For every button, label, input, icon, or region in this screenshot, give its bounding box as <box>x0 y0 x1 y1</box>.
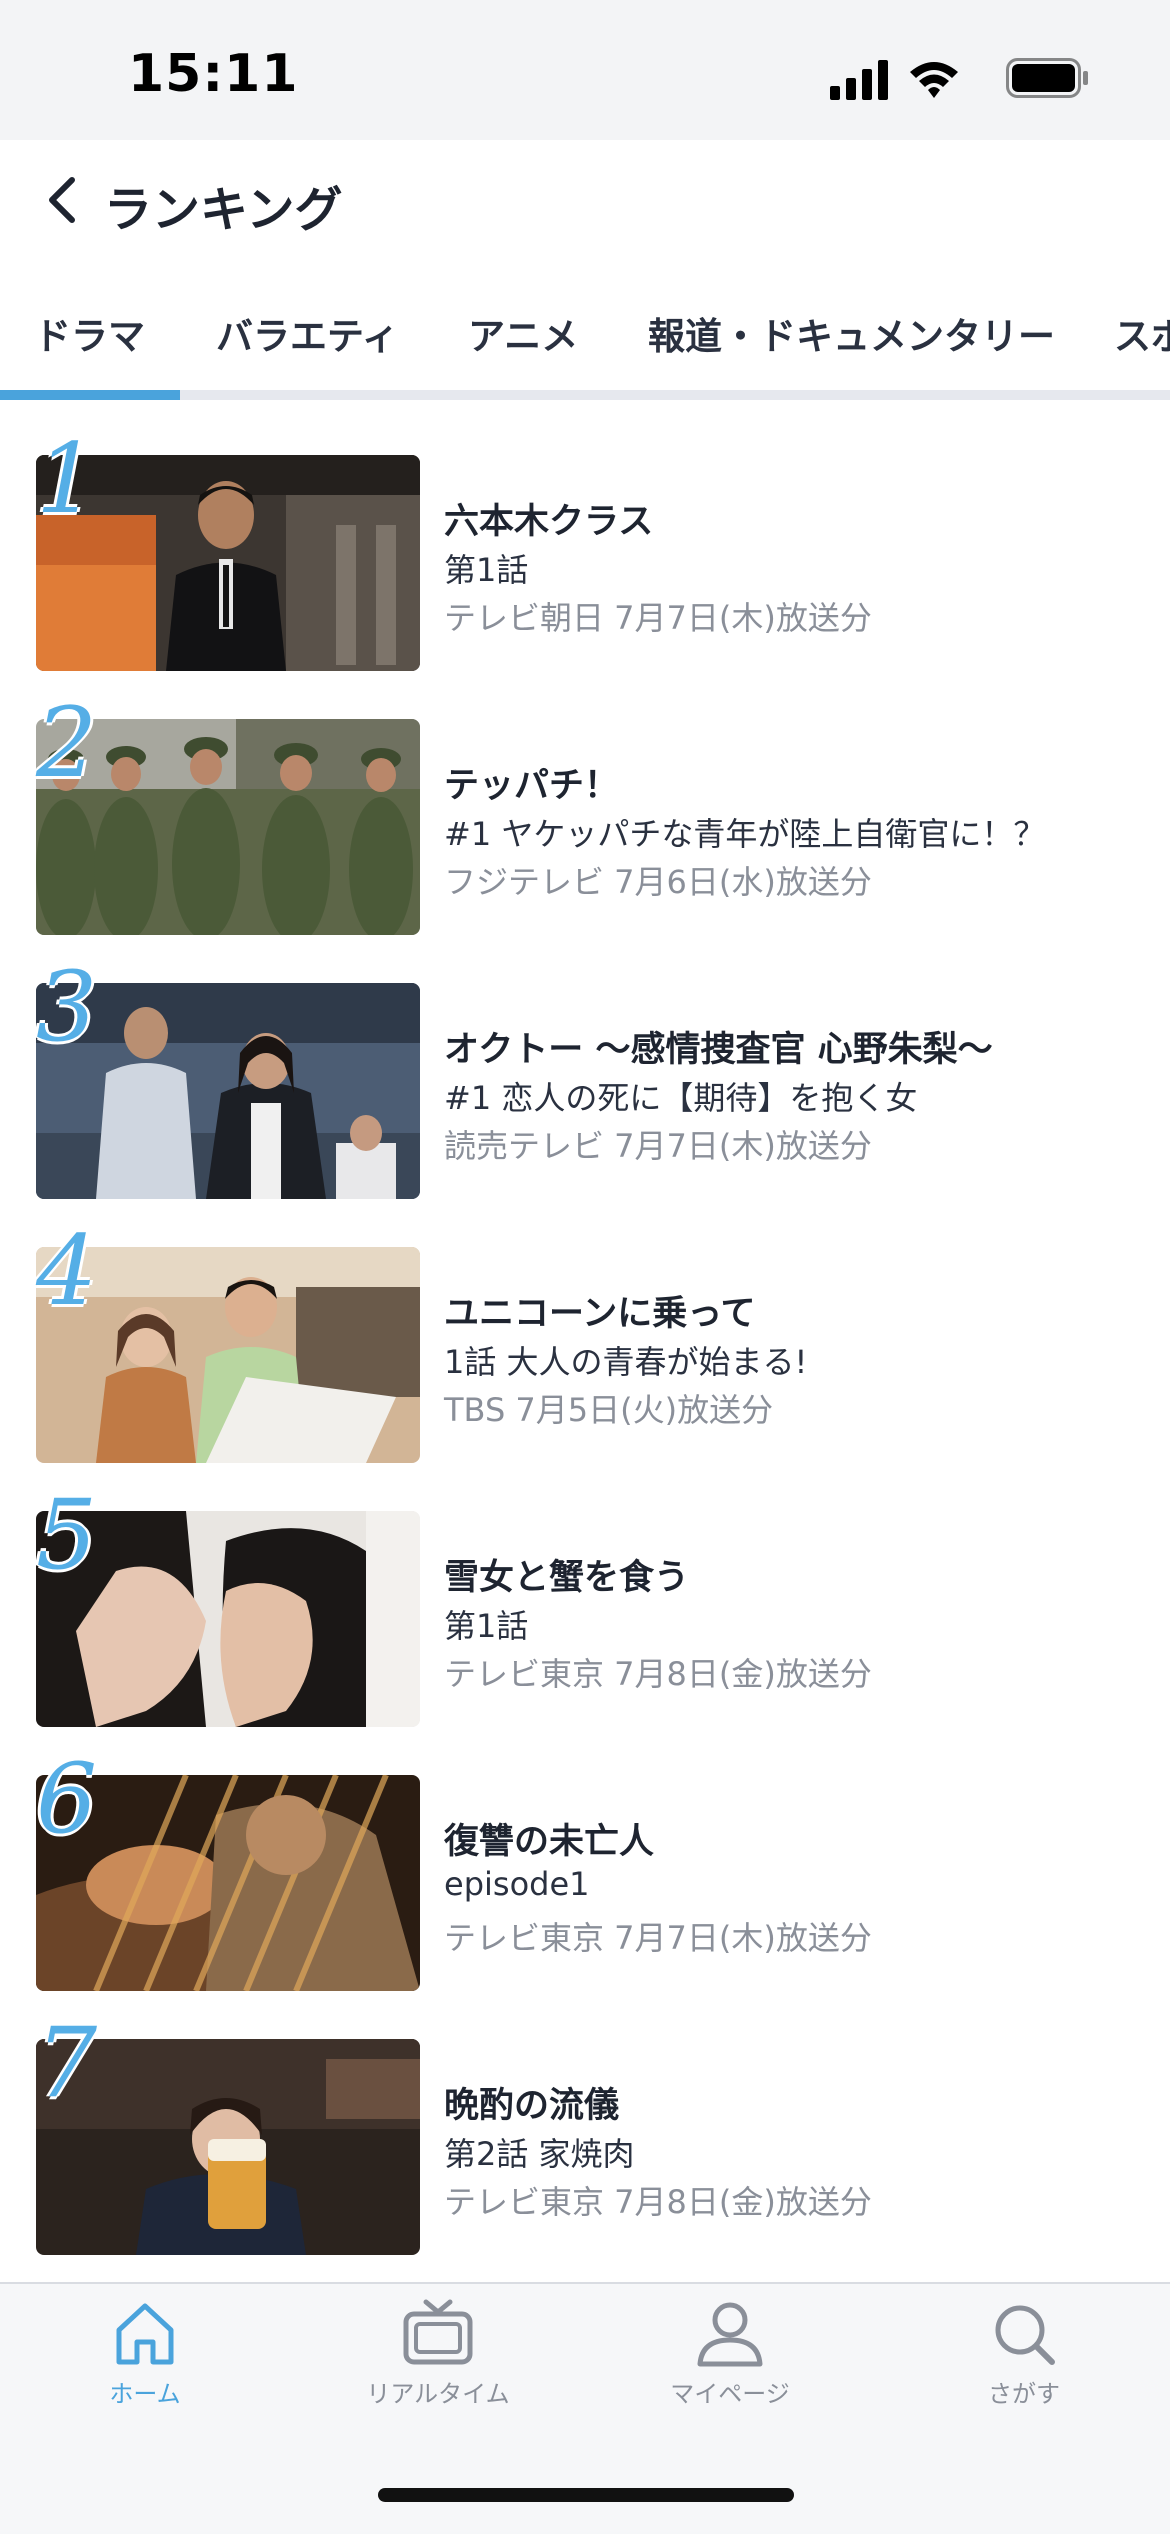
broadcast-info: テレビ東京 7月7日(木)放送分 <box>444 1919 872 1957</box>
ranking-item[interactable]: 2 テッパチ！ #1 ヤケッパチな青年が陸上自衛官に！？ フジテレビ 7月6日(… <box>0 695 1170 935</box>
broadcast-info: テレビ東京 7月8日(金)放送分 <box>444 2183 872 2221</box>
ranking-item[interactable]: 4 ユニコーンに乗って 1話 大人の青春が始まる! TBS 7月5日(火)放送分 <box>0 1223 1170 1463</box>
tab-news-documentary[interactable]: 報道・ドキュメンタリー <box>648 306 1055 360</box>
nav-realtime[interactable]: リアルタイム <box>338 2298 538 2418</box>
back-chevron-icon[interactable] <box>38 170 88 230</box>
broadcast-info: テレビ朝日 7月7日(木)放送分 <box>444 599 872 637</box>
episode-label: episode1 <box>444 1865 590 1903</box>
program-title: 雪女と蟹を食う <box>444 1558 690 1598</box>
episode-label: 第1話 <box>444 1607 529 1645</box>
ranking-item[interactable]: 7 晩酌の流儀 第2話 家焼肉 テレビ東京 7月8日(金)放送分 <box>0 2015 1170 2255</box>
rank-number: 3 <box>36 951 98 1063</box>
broadcast-info: フジテレビ 7月6日(水)放送分 <box>444 863 872 901</box>
nav-home-label: ホーム <box>109 2380 181 2408</box>
broadcast-info: テレビ東京 7月8日(金)放送分 <box>444 1655 872 1693</box>
episode-label: #1 恋人の死に【期待】を抱く女 <box>444 1079 918 1117</box>
rank-number: 7 <box>36 2007 98 2119</box>
broadcast-info: 読売テレビ 7月7日(木)放送分 <box>444 1127 872 1165</box>
ranking-item[interactable]: 1 六本木クラス 第1話 テレビ朝日 7月7日(木)放送分 <box>0 431 1170 671</box>
program-title: オクトー 〜感情捜査官 心野朱梨〜 <box>444 1030 993 1070</box>
program-title: 六本木クラス <box>444 502 654 542</box>
page-title: ランキング <box>104 182 343 238</box>
nav-home[interactable]: ホーム <box>45 2298 245 2418</box>
tv-icon <box>403 2299 473 2365</box>
ranking-item[interactable]: 6 復讐の未亡人 episode1 テレビ東京 7月7日(木)放送分 <box>0 1751 1170 1991</box>
episode-label: 第1話 <box>444 551 529 589</box>
rank-number: 2 <box>36 687 98 799</box>
program-title: ユニコーンに乗って <box>444 1294 756 1334</box>
home-icon <box>116 2303 174 2365</box>
program-title: 晩酌の流儀 <box>444 2086 620 2126</box>
rank-number: 6 <box>36 1743 98 1855</box>
ranking-item[interactable]: 3 オクトー 〜感情捜査官 心野朱梨〜 #1 恋人の死に【期待】を抱く女 読売テ… <box>0 959 1170 1199</box>
status-time: 15:11 <box>128 44 299 104</box>
tab-anime[interactable]: アニメ <box>468 306 578 360</box>
episode-label: 1話 大人の青春が始まる! <box>444 1343 808 1381</box>
nav-realtime-label: リアルタイム <box>366 2380 510 2408</box>
episode-label: #1 ヤケッパチな青年が陸上自衛官に！？ <box>444 815 1046 853</box>
ranking-item[interactable]: 5 雪女と蟹を食う 第1話 テレビ東京 7月8日(金)放送分 <box>0 1487 1170 1727</box>
program-title: テッパチ！ <box>444 766 620 806</box>
header: ランキング <box>0 140 1170 260</box>
home-indicator <box>378 2488 794 2502</box>
program-title: 復讐の未亡人 <box>444 1822 655 1862</box>
nav-mypage-label: マイページ <box>670 2380 790 2408</box>
tab-sports[interactable]: スポ <box>1114 306 1170 360</box>
search-icon <box>995 2305 1055 2365</box>
signal-icon <box>830 60 888 100</box>
episode-label: 第2話 家焼肉 <box>444 2135 635 2173</box>
wifi-icon <box>910 62 958 98</box>
status-bar: 15:11 <box>0 0 1170 140</box>
category-tabs: ドラマ バラエティ アニメ 報道・ドキュメンタリー スポ <box>0 290 1170 400</box>
tab-variety[interactable]: バラエティ <box>216 306 399 360</box>
nav-mypage[interactable]: マイページ <box>630 2298 830 2418</box>
rank-number: 5 <box>36 1479 98 1591</box>
rank-number: 4 <box>36 1215 98 1327</box>
rank-number: 1 <box>36 423 98 535</box>
nav-search[interactable]: さがす <box>924 2298 1124 2418</box>
battery-icon <box>1006 58 1088 98</box>
tab-indicator <box>0 390 180 400</box>
broadcast-info: TBS 7月5日(火)放送分 <box>444 1391 774 1429</box>
tab-drama[interactable]: ドラマ <box>34 306 145 360</box>
person-icon <box>697 2302 763 2367</box>
nav-search-label: さがす <box>988 2380 1060 2408</box>
